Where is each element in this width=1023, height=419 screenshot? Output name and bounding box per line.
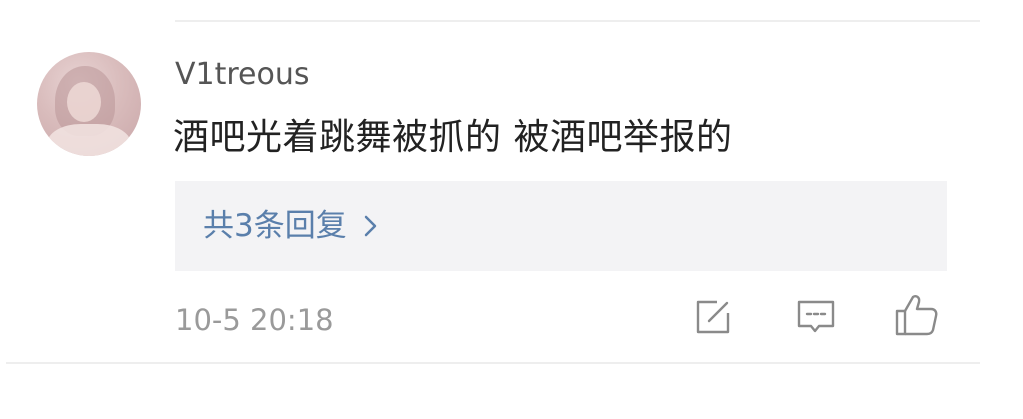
top-divider (175, 20, 980, 22)
avatar-face (67, 82, 101, 122)
view-replies-link[interactable]: 共3条回复 (203, 206, 381, 246)
comment-timestamp: 10-5 20:18 (175, 303, 334, 337)
avatar-body (47, 124, 131, 156)
chevron-right-icon (364, 215, 376, 237)
username[interactable]: V1treous (175, 57, 310, 93)
comment-text: 酒吧光着跳舞被抓的 被酒吧举报的 (173, 117, 733, 158)
thumbs-up-icon[interactable] (893, 293, 939, 337)
bottom-divider (6, 362, 980, 364)
share-icon[interactable] (693, 297, 733, 337)
comment-icon[interactable] (795, 297, 837, 337)
replies-count-label: 共3条回复 (203, 208, 347, 244)
replies-panel: 共3条回复 (175, 181, 947, 271)
avatar[interactable] (37, 52, 141, 156)
